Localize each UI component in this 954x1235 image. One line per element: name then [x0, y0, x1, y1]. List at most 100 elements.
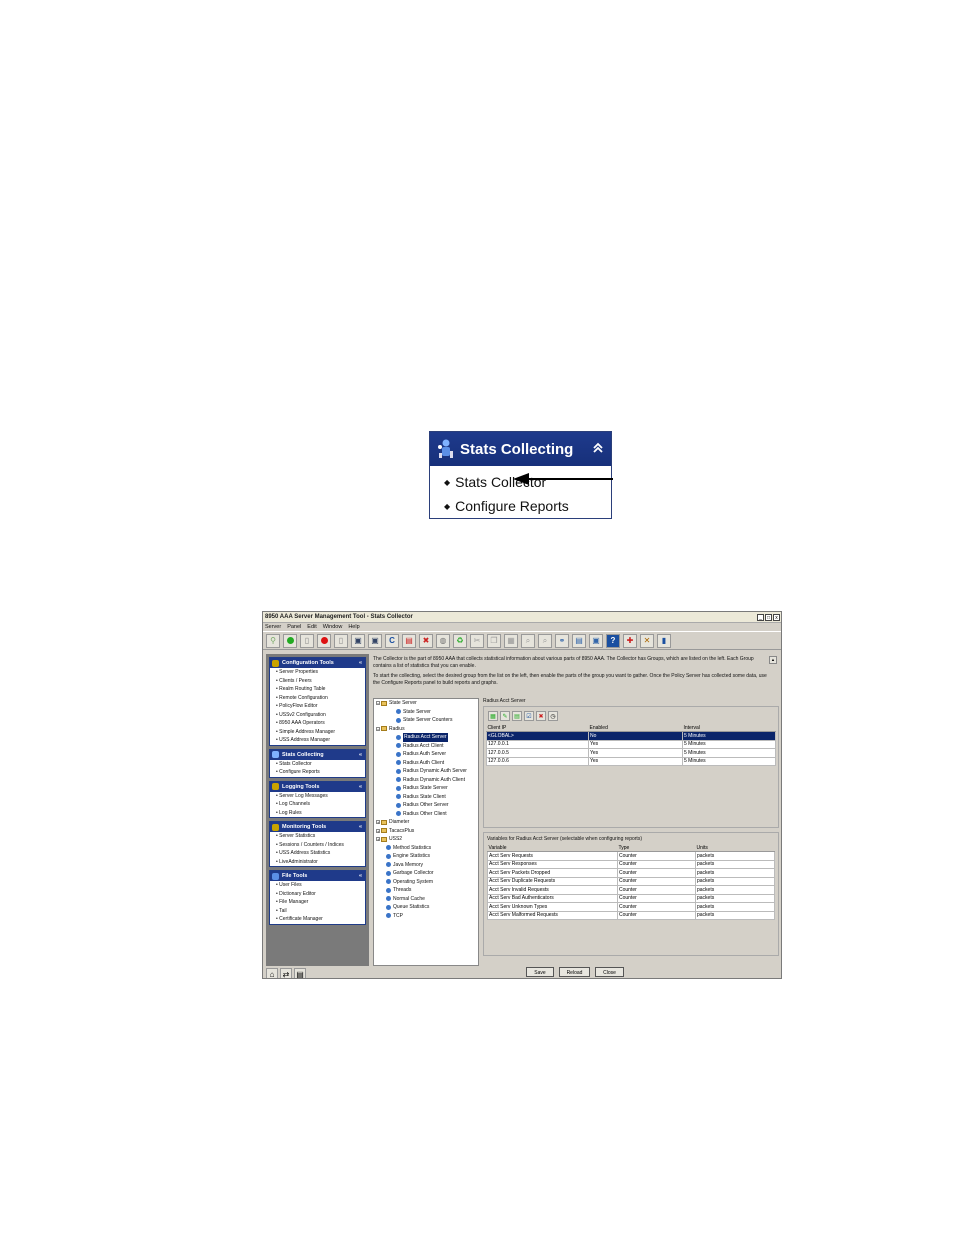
reload-button[interactable]: Reload	[559, 967, 590, 977]
column-header[interactable]: Client IP	[486, 724, 589, 732]
recycle-icon[interactable]: ♻	[453, 633, 467, 648]
tree-node[interactable]: + TacacsPlus	[374, 827, 478, 836]
table-row[interactable]: Acct Serv Responses Counter packets	[487, 859, 775, 869]
exit-icon[interactable]: ▮	[657, 633, 671, 648]
refresh-icon[interactable]: C	[385, 633, 399, 648]
disable-icon[interactable]: ✖	[536, 711, 546, 721]
find-next-icon[interactable]: ⌕	[538, 633, 552, 648]
tree-node[interactable]: TCP	[374, 912, 478, 921]
table-row[interactable]: Acct Serv Bad Authenticators Counter packe…	[487, 893, 775, 903]
menu-help[interactable]: Help	[348, 624, 359, 630]
close-window-button[interactable]: x	[773, 613, 780, 621]
tree-node[interactable]: Threads	[374, 886, 478, 895]
nav-item-configure-reports[interactable]: • Configure Reports	[270, 768, 365, 777]
tree-node[interactable]: Radius Dynamic Auth Server	[374, 767, 478, 776]
tools-icon[interactable]: ✕	[640, 633, 654, 648]
tree-node[interactable]: State Server	[374, 708, 478, 717]
stop-server-icon[interactable]	[317, 633, 331, 648]
panel-header-configuration-tools[interactable]: Configuration Tools «	[270, 658, 365, 668]
tree-node[interactable]: Radius Auth Server	[374, 750, 478, 759]
nav-item[interactable]: • USSv2 Configuration	[270, 711, 365, 720]
tree-node[interactable]: Radius Other Server	[374, 801, 478, 810]
nav-item-stats-collector[interactable]: • Stats Collector	[270, 760, 365, 769]
panel-header-monitoring-tools[interactable]: Monitoring Tools «	[270, 822, 365, 832]
nav-item[interactable]: • Server Log Messages	[270, 792, 365, 801]
nav-item[interactable]: • Clients / Peers	[270, 677, 365, 686]
tree-node[interactable]: Garbage Collector	[374, 869, 478, 878]
minimize-button[interactable]: _	[757, 613, 764, 621]
nav-item[interactable]: • Sessions / Counters / Indices	[270, 841, 365, 850]
column-header[interactable]: Interval	[682, 724, 776, 732]
tree-node[interactable]: Queue Statistics	[374, 903, 478, 912]
column-header[interactable]: Units	[695, 844, 775, 852]
cut-icon[interactable]: ✂	[470, 633, 484, 648]
table-row[interactable]: 127.0.0.5 Yes 5 Minutes	[486, 748, 776, 758]
copy-client-icon[interactable]: ▤	[512, 711, 522, 721]
column-header[interactable]: Type	[617, 844, 696, 852]
delete-icon[interactable]: ✖	[419, 633, 433, 648]
close-doc-icon[interactable]: ▤	[402, 633, 416, 648]
close-button[interactable]: Close	[595, 967, 624, 977]
table-row[interactable]: 127.0.0.6 Yes 5 Minutes	[486, 756, 776, 766]
tree-node[interactable]: Engine Statistics	[374, 852, 478, 861]
tree-node[interactable]: Java Memory	[374, 861, 478, 870]
nav-item[interactable]: • Server Statistics	[270, 832, 365, 841]
copy-icon[interactable]: ❐	[487, 633, 501, 648]
options-icon[interactable]: ▤	[572, 633, 586, 648]
table-row[interactable]: Acct Serv Invalid Requests Counter packets	[487, 885, 775, 895]
document-icon[interactable]: ▯	[300, 633, 314, 648]
tree-node[interactable]: − State Server	[374, 699, 478, 708]
page-icon[interactable]: ▯	[334, 633, 348, 648]
tree-node[interactable]: Method Statistics	[374, 844, 478, 853]
column-header[interactable]: Variable	[487, 844, 618, 852]
tree-node[interactable]: State Server Counters	[374, 716, 478, 725]
nav-item[interactable]: • Dictionary Editor	[270, 890, 365, 899]
scroll-up-icon[interactable]: ▲	[769, 656, 777, 664]
interval-clock-icon[interactable]: ◷	[548, 711, 558, 721]
table-row[interactable]: <GLOBAL> No 5 Minutes	[486, 731, 776, 741]
tree-node[interactable]: + Diameter	[374, 818, 478, 827]
add-client-icon[interactable]: ▦	[488, 711, 498, 721]
collapse-chevron-icon[interactable]: «	[359, 824, 362, 830]
nav-home-icon[interactable]: ⌂	[266, 968, 278, 978]
tree-node[interactable]: Normal Cache	[374, 895, 478, 904]
tree-node[interactable]: Radius Dynamic Auth Client	[374, 776, 478, 785]
collapse-chevron-icon[interactable]: «	[359, 660, 362, 666]
panel-header-logging-tools[interactable]: Logging Tools «	[270, 781, 365, 792]
nav-item[interactable]: • LiveAdministrator	[270, 858, 365, 867]
panel-header-stats-collecting[interactable]: Stats Collecting «	[270, 749, 365, 760]
table-row[interactable]: Acct Serv Malformed Requests Counter packe…	[487, 910, 775, 920]
find-icon[interactable]: ⌕	[521, 633, 535, 648]
nav-item[interactable]: • PolicyFlow Editor	[270, 702, 365, 711]
callout-header[interactable]: Stats Collecting	[430, 432, 611, 466]
tree-node[interactable]: − Radius	[374, 725, 478, 734]
menu-server[interactable]: Server	[265, 624, 281, 630]
help-icon[interactable]: ?	[606, 633, 620, 648]
expand-icon[interactable]: +	[376, 820, 380, 825]
nav-item[interactable]: • Log Rules	[270, 809, 365, 818]
nav-item[interactable]: • File Manager	[270, 898, 365, 907]
tree-node[interactable]: Radius State Client	[374, 793, 478, 802]
table-row[interactable]: Acct Serv Requests Counter packets	[487, 851, 775, 861]
table-row[interactable]: Acct Serv Packets Dropped Counter packets	[487, 868, 775, 878]
save-button[interactable]: Save	[526, 967, 554, 977]
callout-item-configure-reports[interactable]: ◆ Configure Reports	[444, 494, 611, 518]
panel-header-file-tools[interactable]: File Tools «	[270, 871, 365, 881]
nav-item[interactable]: • Certificate Manager	[270, 915, 365, 924]
tree-node[interactable]: Radius Acct Client	[374, 742, 478, 751]
column-header[interactable]: Enabled	[588, 724, 683, 732]
nav-item[interactable]: • Remote Configuration	[270, 694, 365, 703]
table-row[interactable]: Acct Serv Unknown Types Counter packets	[487, 902, 775, 912]
tree-node[interactable]: Radius Other Client	[374, 810, 478, 819]
nav-item[interactable]: • Log Channels	[270, 800, 365, 809]
expand-icon[interactable]: +	[376, 837, 380, 842]
tree-node[interactable]: Radius Acct Server	[374, 733, 478, 742]
collapse-chevron-icon[interactable]: «	[359, 784, 362, 790]
collapse-chevron-icon[interactable]: «	[359, 752, 362, 758]
collapse-icon[interactable]: −	[376, 701, 380, 706]
nav-item[interactable]: • USS Address Manager	[270, 736, 365, 745]
enable-icon[interactable]: ☑	[524, 711, 534, 721]
about-icon[interactable]: ✚	[623, 633, 637, 648]
collapse-chevron-icon[interactable]	[593, 442, 603, 457]
paste-icon[interactable]: ▦	[504, 633, 518, 648]
